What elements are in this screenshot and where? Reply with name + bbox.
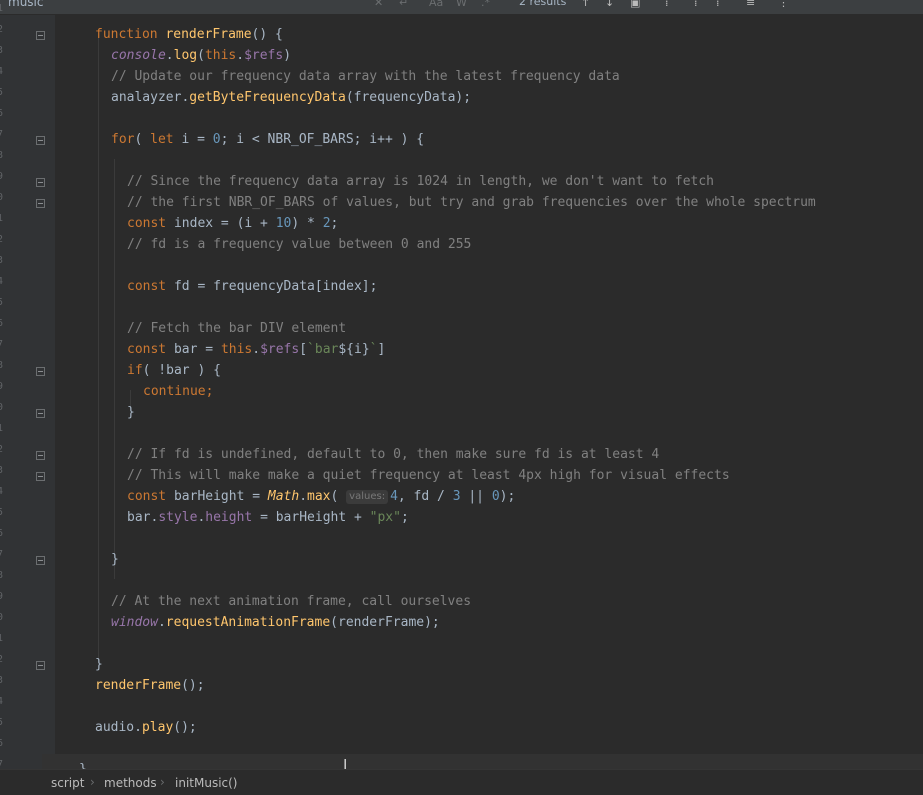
code-line: const index = (i + 10) * 2; (127, 216, 339, 231)
breadcrumb: script › methods › initMusic() (0, 769, 923, 795)
code-line: function renderFrame() { (95, 27, 283, 42)
code-line: } (111, 552, 119, 567)
code-line: // Since the frequency data array is 102… (127, 174, 714, 189)
more-icon[interactable]: ⋮ (778, 0, 789, 9)
code-line: if( !bar ) { (127, 363, 221, 378)
code-line: audio.play(); (95, 720, 197, 735)
add-selection-icon[interactable]: ⁞ (665, 0, 669, 9)
match-case-icon[interactable]: Aa (429, 0, 443, 9)
code-line: // fd is a frequency value between 0 and… (127, 237, 472, 252)
remove-selection-icon[interactable]: ⁞ (694, 0, 698, 9)
code-line: // the first NBR_OF_BARS of values, but … (127, 195, 816, 210)
code-line: const fd = frequencyData[index]; (127, 279, 378, 294)
code-line: renderFrame(); (95, 678, 205, 693)
code-line: continue; (143, 384, 214, 399)
code-line: // At the next animation frame, call our… (111, 594, 472, 609)
next-occurrence-icon[interactable]: ↓ (605, 0, 614, 9)
close-icon[interactable]: ✕ (374, 0, 383, 9)
toggle-selection-icon[interactable]: ⁞ (716, 0, 720, 9)
code-editor[interactable]: function renderFrame() { console.log(thi… (0, 15, 923, 777)
code-line: const bar = this.$refs[`bar${i}`] (127, 342, 386, 357)
breadcrumb-item-methods[interactable]: methods (104, 776, 157, 790)
code-line: // This will make make a quiet frequency… (127, 468, 730, 483)
chevron-right-icon: › (90, 775, 95, 789)
code-line: // Fetch the bar DIV element (127, 321, 347, 336)
search-results-count: 2 results (519, 0, 567, 8)
indent-guide (98, 33, 99, 663)
code-line: } (95, 657, 103, 672)
search-bar: music ✕ ↵ Aa W .* 2 results ↑ ↓ ▣ ⁞ ⁞ ⁞ … (0, 0, 923, 15)
prev-occurrence-icon[interactable]: ↑ (581, 0, 590, 9)
filter-icon[interactable]: ≡ (746, 0, 755, 9)
regex-icon[interactable]: .* (481, 0, 490, 9)
code-line: for( let i = 0; i < NBR_OF_BARS; i++ ) { (111, 132, 425, 147)
replace-icon[interactable]: ↵ (399, 0, 408, 9)
breadcrumb-item-initmusic[interactable]: initMusic() (175, 776, 237, 790)
breadcrumb-item-script[interactable]: script (51, 776, 84, 790)
select-all-icon[interactable]: ▣ (630, 0, 640, 9)
code-line: // If fd is undefined, default to 0, the… (127, 447, 660, 462)
code-line: window.requestAnimationFrame(renderFrame… (111, 615, 440, 630)
words-icon[interactable]: W (456, 0, 467, 9)
indent-guide (114, 159, 115, 579)
code-line: analayzer.getByteFrequencyData(frequency… (111, 90, 472, 105)
code-line: // Update our frequency data array with … (111, 69, 620, 84)
code-line: console.log(this.$refs) (111, 48, 292, 63)
parameter-hint: values: (346, 490, 389, 504)
code-line: bar.style.height = barHeight + "px"; (127, 510, 409, 525)
code-line: } (127, 405, 135, 420)
chevron-right-icon: › (160, 775, 165, 789)
search-input[interactable]: music (8, 0, 43, 9)
code-line: const barHeight = Math.max( values: 4, fd… (127, 489, 516, 504)
